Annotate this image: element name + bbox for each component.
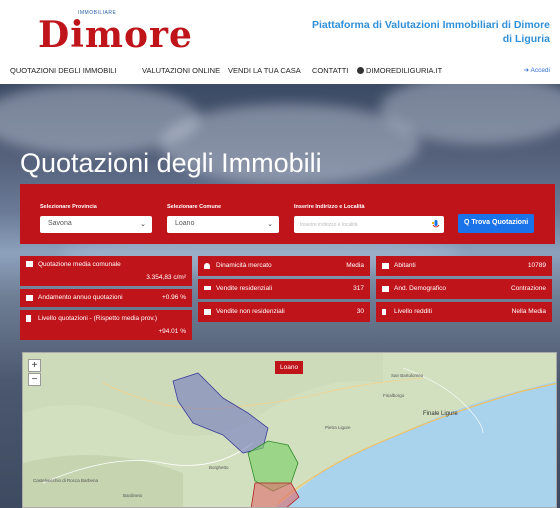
stat-label: Abitanti [394, 262, 416, 269]
stat-label: Andamento annuo quotazioni [38, 294, 123, 301]
map-location-tag[interactable]: Loano [275, 361, 304, 374]
stat-livello-quotazioni: Livello quotazioni - (Rispetto media pro… [20, 310, 192, 340]
nav-item-contatti[interactable]: CONTATTI [312, 66, 348, 75]
logo-wordmark: Dimore [38, 14, 193, 56]
nav-item-quotazioni[interactable]: QUOTAZIONI DEGLI IMMOBILI [10, 66, 117, 75]
map-view[interactable]: + − Loano San Bartolomeo Finalborgo Fina… [22, 352, 557, 508]
stat-abitanti: Abitanti 10789 [376, 256, 552, 276]
province-label: Selezionare Provincia [40, 204, 97, 210]
login-link[interactable]: ➜ Accedi [524, 66, 550, 74]
bell-icon [204, 263, 210, 269]
nav-item-vendi[interactable]: VENDI LA TUA CASA [228, 66, 301, 75]
comune-value: Loano [175, 220, 195, 227]
page-title: Quotazioni degli Immobili [20, 148, 322, 178]
bookmark-icon [26, 315, 31, 322]
chevron-down-icon: ⌄ [267, 221, 273, 228]
zoom-in-button[interactable]: + [28, 359, 41, 372]
map-place-label: Pietra Ligure [325, 425, 351, 430]
address-label: Inserire Indirizzo e Località [294, 204, 365, 210]
stat-vendite-non-residenziali: Vendite non residenziali 30 [198, 302, 370, 322]
stat-vendite-residenziali: Vendite residenziali 317 [198, 279, 370, 299]
nav-item-website[interactable]: DIMOREDILIGURIA.IT [357, 66, 442, 75]
hero-section: Quotazioni degli Immobili Selezionare Pr… [0, 84, 560, 508]
euro-icon [382, 309, 386, 315]
find-quotes-button[interactable]: Q Trova Quotazioni [458, 214, 535, 233]
nav-item-valutazioni[interactable]: VALUTAZIONI ONLINE [142, 66, 220, 75]
stat-andamento-annuo: Andamento annuo quotazioni +0.96 % [20, 289, 192, 307]
stat-label: Livello quotazioni - (Rispetto media pro… [38, 315, 158, 322]
stat-dinamicita: Dinamicità mercato Media [198, 256, 370, 276]
logo[interactable]: IMMOBILIARE Dimore [38, 10, 192, 56]
stat-label: Dinamicità mercato [216, 262, 272, 269]
login-label: Accedi [530, 67, 550, 74]
bar-chart-icon [382, 286, 389, 292]
chart-icon [26, 295, 33, 301]
province-select[interactable]: Savona ⌄ [40, 216, 152, 233]
stat-value: 3.354,83 c/m² [146, 274, 186, 281]
map-place-label: Castelvecchio di Rocca Barbena [33, 478, 99, 483]
stat-label: And. Demografico [394, 285, 447, 292]
site-header: IMMOBILIARE Dimore Piattaforma di Valuta… [0, 0, 560, 60]
address-placeholder: Inserire indirizzo e località [300, 222, 358, 228]
map-place-label: Borghetto [209, 465, 229, 470]
stat-value: Media [346, 262, 364, 269]
stat-label: Vendite non residenziali [216, 308, 285, 315]
stat-value: Contrazione [510, 285, 546, 292]
main-nav: QUOTAZIONI DEGLI IMMOBILI VALUTAZIONI ON… [0, 60, 560, 82]
stat-value: +0.96 % [161, 294, 186, 301]
map-place-label: San Bartolomeo [391, 373, 424, 378]
comune-label: Selezionare Comune [167, 204, 222, 210]
site-tagline: Piattaforma di Valutazioni Immobiliari d… [311, 19, 550, 45]
map-place-label: Finale Ligure [423, 411, 458, 417]
chevron-down-icon: ⌄ [140, 221, 146, 228]
globe-icon [357, 67, 364, 74]
microphone-icon[interactable] [432, 220, 440, 229]
bed-icon [204, 286, 211, 290]
stat-value: Nella Media [511, 308, 546, 315]
stat-value: +94.01 % [158, 328, 186, 335]
bank-icon [26, 261, 33, 267]
search-panel: Selezionare Provincia Savona ⌄ Seleziona… [20, 184, 555, 244]
users-icon [382, 263, 389, 269]
stat-livello-redditi: Livello redditi Nella Media [376, 302, 552, 322]
stat-value: 30 [356, 308, 364, 315]
comune-select[interactable]: Loano ⌄ [167, 216, 279, 233]
stat-andamento-demografico: And. Demografico Contrazione [376, 279, 552, 299]
stat-value: 10789 [527, 262, 546, 269]
address-input[interactable]: Inserire indirizzo e località [294, 216, 444, 233]
stat-value: 317 [353, 285, 364, 292]
stat-label: Vendite residenziali [216, 285, 273, 292]
province-value: Savona [48, 220, 72, 227]
stat-label: Livello redditi [394, 308, 432, 315]
zoom-out-button[interactable]: − [28, 373, 41, 386]
stat-quotazione-media: Quotazione media comunale 3.354,83 c/m² [20, 256, 192, 286]
map-place-label: Bardineto [123, 493, 143, 498]
briefcase-icon [204, 309, 211, 315]
map-canvas [23, 353, 556, 507]
nav-item-website-label: DIMOREDILIGURIA.IT [366, 66, 443, 75]
stat-label: Quotazione media comunale [38, 261, 121, 268]
map-place-label: Finalborgo [383, 393, 405, 398]
